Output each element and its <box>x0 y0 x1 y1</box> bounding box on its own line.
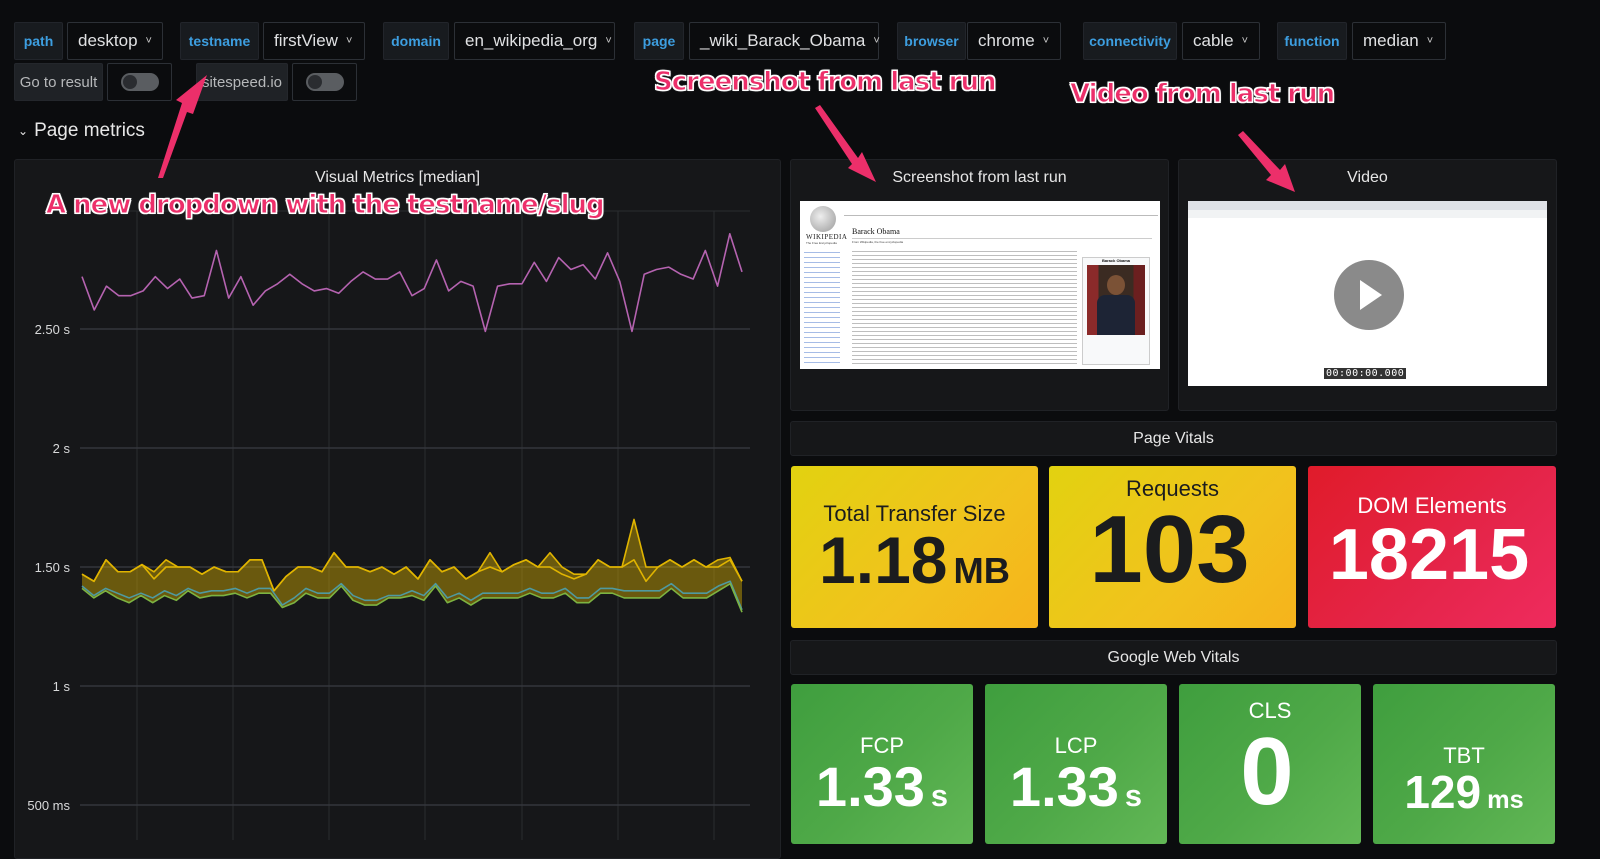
wiki-logo-text: WIKIPEDIA <box>806 233 847 241</box>
infobox-title: Barack Obama <box>1083 258 1149 263</box>
variable-label-browser: browser <box>897 22 966 60</box>
y-tick-label: 1.50 s <box>35 560 71 575</box>
stat-value: 0 <box>1240 718 1293 825</box>
stat-unit: s <box>931 778 948 813</box>
panel-title: Page Vitals <box>791 430 1556 448</box>
video-player[interactable]: 00:00:00.000 <box>1188 201 1547 386</box>
y-tick-label: 2 s <box>53 441 71 456</box>
panel-title: Video <box>1179 169 1556 187</box>
annotation-testname: A new dropdown with the testname/slug <box>46 190 604 220</box>
wiki-infobox: Barack Obama <box>1082 257 1150 365</box>
variable-dropdown-browser[interactable]: chrome ˅ <box>967 22 1061 60</box>
page-vitals-header: Page Vitals <box>790 421 1557 456</box>
wiki-logo-sub: The Free Encyclopedia <box>806 241 837 245</box>
stat-dom-elements[interactable]: DOM Elements18215 <box>1308 466 1556 628</box>
stat-value: 129 <box>1404 766 1481 818</box>
browser-tabbar <box>1188 201 1547 210</box>
stat-value-container: 18215 <box>1329 519 1535 591</box>
stat-requests[interactable]: Requests103 <box>1049 466 1296 628</box>
stat-unit: s <box>1125 778 1142 813</box>
y-tick-label: 2.50 s <box>35 322 71 337</box>
panel-title: Google Web Vitals <box>791 649 1556 667</box>
video-timestamp: 00:00:00.000 <box>1324 368 1406 379</box>
visual-metrics-chart: 500 ms 1 s 1.50 s 2 s 2.50 s <box>0 0 800 840</box>
chevron-down-icon: ˅ <box>1242 35 1248 47</box>
variable-label-function: function <box>1277 22 1347 60</box>
variable-dropdown-connectivity[interactable]: cable ˅ <box>1182 22 1260 60</box>
stat-tbt[interactable]: TBT129ms <box>1373 684 1555 844</box>
stat-value-container: 1.18MB <box>819 527 1010 593</box>
stat-value-container: 1.33s <box>1010 759 1142 815</box>
wiki-article-body <box>852 249 1077 367</box>
variable-label-connectivity: connectivity <box>1083 22 1177 60</box>
stat-lcp[interactable]: LCP1.33s <box>985 684 1167 844</box>
chevron-down-icon: ˅ <box>1043 35 1049 47</box>
stat-value: 1.33 <box>816 755 925 818</box>
stat-value-container: 1.33s <box>816 759 948 815</box>
stat-value-container: 129ms <box>1404 769 1523 815</box>
stat-total-transfer-size[interactable]: Total Transfer Size1.18MB <box>791 466 1038 628</box>
dropdown-value: chrome <box>978 31 1035 51</box>
annotation-video: Video from last run <box>1070 79 1334 109</box>
wiki-from-line: From Wikipedia, the free encyclopedia <box>852 240 903 244</box>
wiki-article-title: Barack Obama <box>852 227 900 236</box>
play-icon <box>1354 278 1384 312</box>
annotation-screenshot: Screenshot from last run <box>654 67 995 97</box>
divider <box>844 215 1158 216</box>
dropdown-value: median <box>1363 31 1419 51</box>
y-tick-label: 1 s <box>53 679 71 694</box>
browser-addressbar <box>1188 210 1547 218</box>
stat-unit: MB <box>954 550 1010 591</box>
variable-dropdown-function[interactable]: median ˅ <box>1352 22 1446 60</box>
series-magenta-line <box>82 234 742 332</box>
stat-fcp[interactable]: FCP1.33s <box>791 684 973 844</box>
panel-title: Screenshot from last run <box>791 169 1168 187</box>
wikipedia-screenshot[interactable]: WIKIPEDIA The Free Encyclopedia Barack O… <box>800 201 1160 369</box>
divider <box>852 238 1152 239</box>
chevron-down-icon: ˅ <box>873 35 879 47</box>
web-vitals-header: Google Web Vitals <box>790 640 1557 675</box>
dropdown-value: cable <box>1193 31 1234 51</box>
play-button[interactable] <box>1334 260 1404 330</box>
stat-value: 103 <box>1089 496 1249 603</box>
stat-value: 18215 <box>1329 515 1529 595</box>
stat-cls[interactable]: CLS0 <box>1179 684 1361 844</box>
stat-value-container: 0 <box>1240 724 1299 820</box>
stat-value: 1.18 <box>819 523 947 597</box>
portrait-image <box>1087 265 1145 335</box>
stat-value-container: 103 <box>1089 502 1255 598</box>
y-tick-label: 500 ms <box>27 798 70 813</box>
wikipedia-globe-icon <box>810 206 836 232</box>
chevron-down-icon: ˅ <box>1427 35 1433 47</box>
wiki-sidebar <box>804 249 840 364</box>
stat-unit: ms <box>1487 786 1524 814</box>
stat-value: 1.33 <box>1010 755 1119 818</box>
